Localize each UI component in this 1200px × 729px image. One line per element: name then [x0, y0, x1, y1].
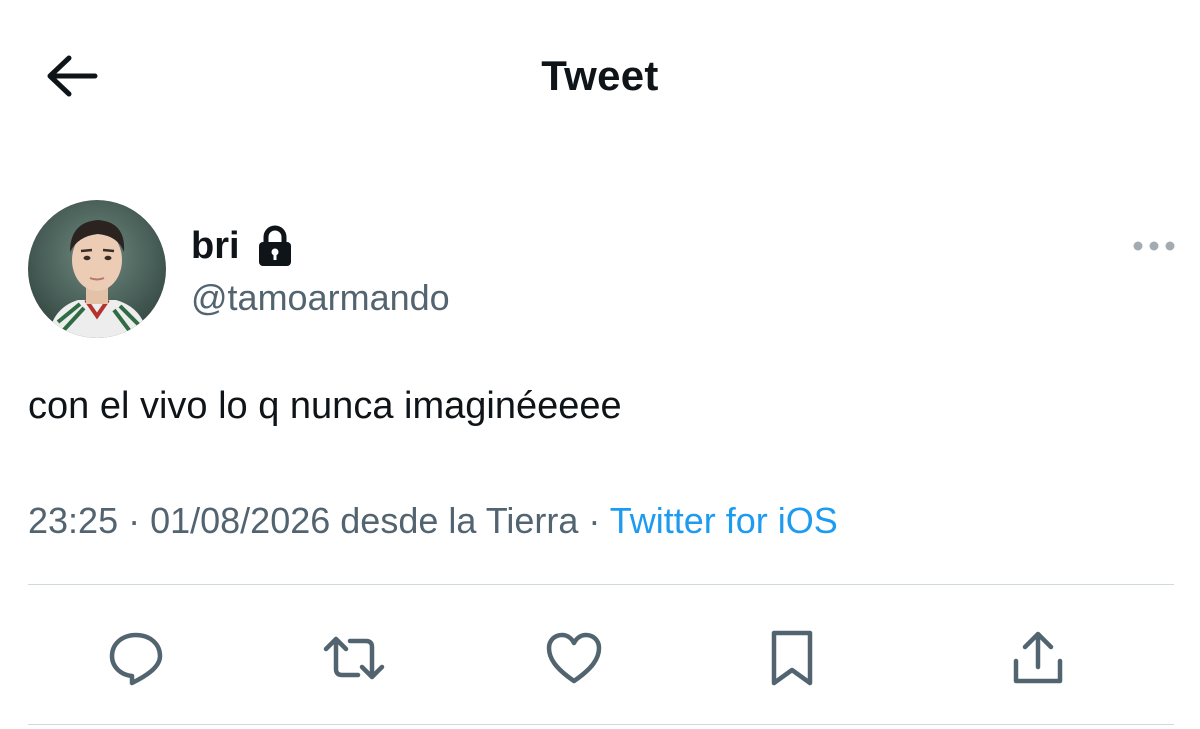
lock-icon [258, 225, 291, 266]
divider [28, 724, 1174, 725]
retweet-icon [323, 636, 385, 680]
avatar[interactable] [28, 200, 166, 338]
action-bar [0, 586, 1200, 724]
user-handle[interactable]: @tamoarmando [191, 277, 450, 319]
meta-separator: · [578, 500, 610, 541]
profile-photo [28, 200, 166, 338]
tweet-detail-page: Tweet bri @tamoarmando con el vivo lo q … [0, 0, 1200, 729]
retweet-button[interactable] [322, 626, 386, 690]
bookmark-icon [771, 630, 813, 686]
tweet-location: desde la Tierra [330, 500, 579, 541]
heart-icon [546, 632, 602, 684]
tweet-date[interactable]: 01/08/2026 [150, 500, 330, 541]
display-name-row: bri [191, 224, 294, 268]
more-options-button[interactable] [1128, 228, 1180, 264]
like-button[interactable] [542, 626, 606, 690]
display-name[interactable]: bri [191, 225, 240, 268]
reply-icon [109, 632, 163, 686]
page-title: Tweet [541, 52, 659, 99]
share-icon [1013, 631, 1063, 684]
divider [28, 584, 1174, 585]
tweet-text: con el vivo lo q nunca imaginéeeee [28, 385, 622, 427]
more-dots-icon [1133, 241, 1175, 251]
tweet-metadata: 23:25 · 01/08/2026 desde la Tierra · Twi… [28, 500, 838, 542]
tweet-time[interactable]: 23:25 [28, 500, 118, 541]
meta-separator: · [118, 500, 151, 541]
top-bar: Tweet [0, 0, 1200, 150]
bookmark-button[interactable] [760, 626, 824, 690]
tweet-source-link[interactable]: Twitter for iOS [610, 500, 838, 541]
reply-button[interactable] [104, 626, 168, 690]
share-button[interactable] [1006, 626, 1070, 690]
